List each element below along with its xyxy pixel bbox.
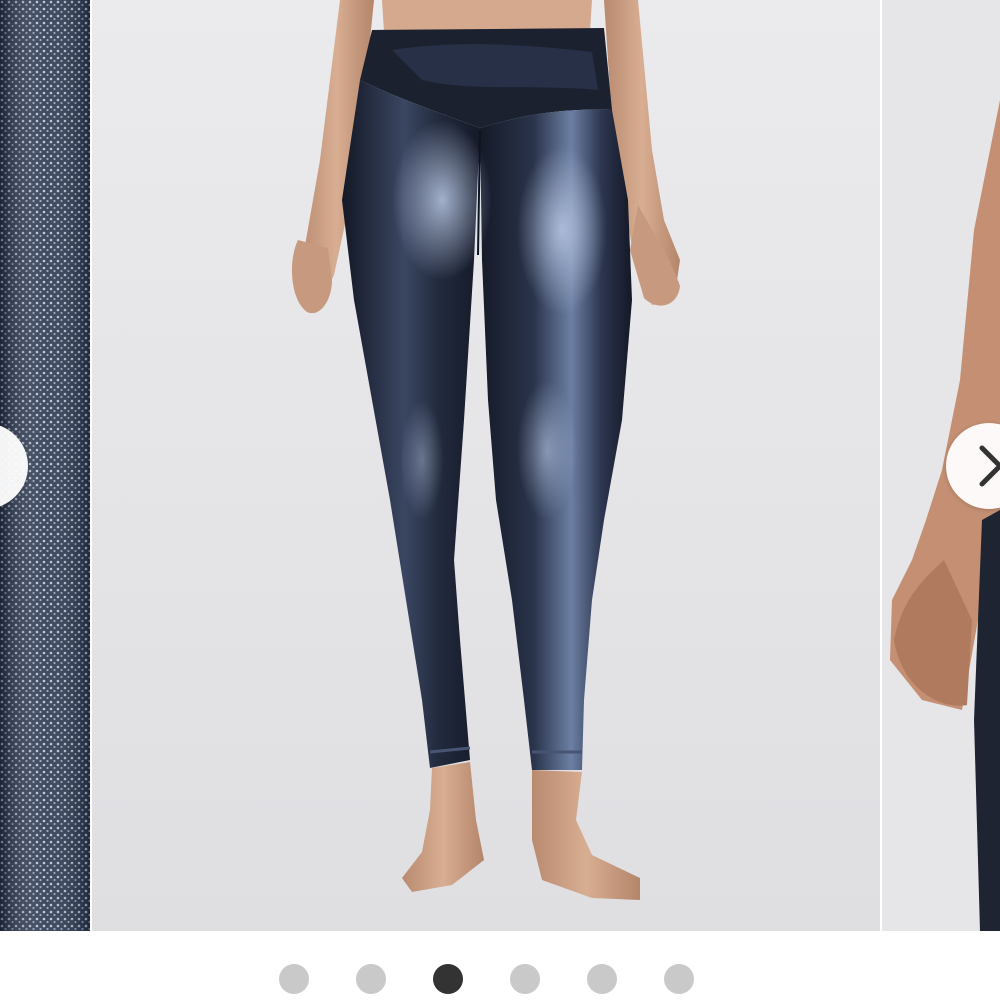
pagination-dot[interactable] [279, 964, 309, 994]
pagination-dot[interactable] [664, 964, 694, 994]
pagination-dot[interactable] [587, 964, 617, 994]
leggings-front-image [92, 0, 880, 931]
next-image-button[interactable] [946, 423, 1000, 509]
product-image-carousel[interactable] [0, 0, 1000, 1000]
pagination-dot[interactable] [356, 964, 386, 994]
chevron-right-icon [979, 445, 1000, 487]
chevron-left-icon [0, 423, 28, 509]
pagination-dot[interactable] [510, 964, 540, 994]
slide-front-view[interactable] [92, 0, 880, 931]
previous-image-button[interactable] [0, 423, 28, 509]
carousel-pagination [0, 964, 1000, 994]
pagination-dot-active[interactable] [433, 964, 463, 994]
